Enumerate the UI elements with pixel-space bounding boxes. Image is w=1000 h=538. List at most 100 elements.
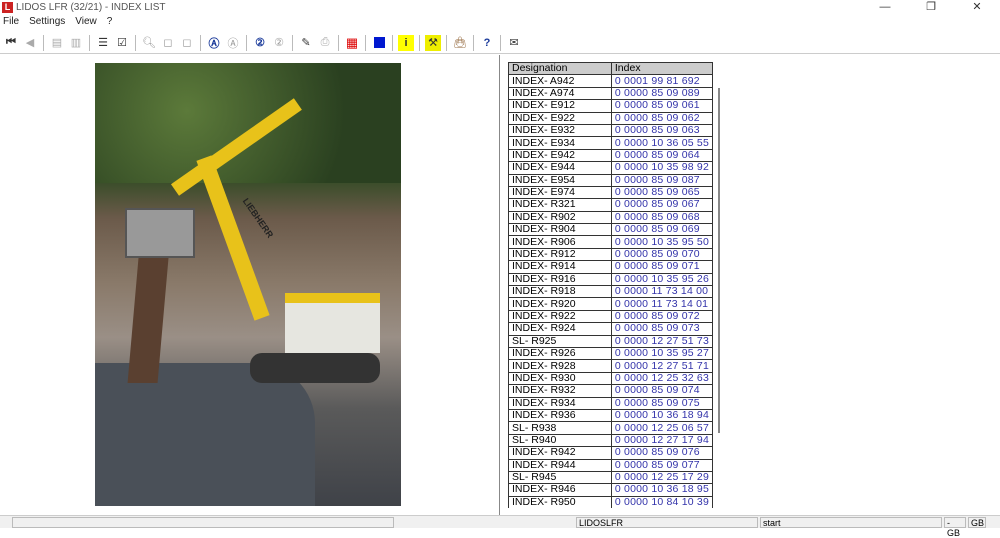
table-row[interactable]: INDEX- R950 0 0000 10 84 10 39 xyxy=(508,495,714,508)
table-row[interactable]: SL- R940 0 0000 12 27 17 94 xyxy=(508,433,714,448)
search-a-clear-icon[interactable]: Ⓐ xyxy=(225,35,241,51)
bag-icon[interactable]: 👜︎ xyxy=(452,35,468,51)
index-link[interactable]: 0 0000 12 27 51 71 xyxy=(610,359,714,373)
table-row[interactable]: INDEX- E912 0 0000 85 09 061 xyxy=(508,99,714,113)
index-link[interactable]: 0 0000 85 09 061 xyxy=(610,99,714,113)
index-link[interactable]: 0 0000 10 35 95 50 xyxy=(610,235,714,249)
table-row[interactable]: INDEX- R942 0 0000 85 09 076 xyxy=(508,446,714,460)
index-link[interactable]: 0 0000 11 73 14 00 xyxy=(610,285,714,299)
index-link[interactable]: 0 0000 10 36 18 95 xyxy=(610,483,714,497)
index-link[interactable]: 0 0000 12 25 32 63 xyxy=(610,371,714,386)
index-link[interactable]: 0 0000 10 36 18 94 xyxy=(610,408,714,423)
table-row[interactable]: INDEX- A942 0 0001 99 81 692 xyxy=(508,74,714,88)
search-2-icon[interactable]: ② xyxy=(252,35,268,51)
search-2-clear-icon[interactable]: ② xyxy=(271,35,287,51)
index-link[interactable]: 0 0000 85 09 087 xyxy=(610,173,714,187)
index-link[interactable]: 0 0000 12 25 06 57 xyxy=(610,421,714,435)
index-link[interactable]: 0 0000 10 35 95 27 xyxy=(610,346,714,361)
column-header-index[interactable]: Index xyxy=(610,62,714,76)
index-link[interactable]: 0 0001 99 81 692 xyxy=(610,74,714,88)
table-row[interactable]: INDEX- R924 0 0000 85 09 073 xyxy=(508,322,714,336)
table-row[interactable]: INDEX- R904 0 0000 85 09 069 xyxy=(508,223,714,237)
table-row[interactable]: INDEX- R918 0 0000 11 73 14 00 xyxy=(508,285,714,299)
minimize-button[interactable]: — xyxy=(862,0,908,15)
print-icon[interactable]: ⎙ xyxy=(317,35,333,51)
column-header-designation[interactable]: Designation xyxy=(508,62,612,76)
page-fit-icon[interactable]: ◻ xyxy=(179,35,195,51)
table-row[interactable]: INDEX- R916 0 0000 10 35 95 26 xyxy=(508,272,714,287)
table-row[interactable]: INDEX- E942 0 0000 85 09 064 xyxy=(508,148,714,163)
table-row[interactable]: INDEX- R946 0 0000 10 36 18 95 xyxy=(508,483,714,497)
table-row[interactable]: INDEX- E974 0 0000 85 09 065 xyxy=(508,185,714,200)
table-row[interactable]: INDEX- R930 0 0000 12 25 32 63 xyxy=(508,371,714,386)
table-row[interactable]: INDEX- R922 0 0000 85 09 072 xyxy=(508,309,714,324)
index-link[interactable]: 0 0000 12 27 51 73 xyxy=(610,334,714,349)
menu-file[interactable]: File xyxy=(3,16,19,30)
index-link[interactable]: 0 0000 85 09 067 xyxy=(610,198,714,212)
index-link[interactable]: 0 0000 85 09 076 xyxy=(610,446,714,460)
next-page-icon[interactable]: ▥ xyxy=(68,35,84,51)
info-icon[interactable]: i xyxy=(398,34,414,51)
index-link[interactable]: 0 0000 12 27 17 94 xyxy=(610,433,714,448)
table-row[interactable]: INDEX- R934 0 0000 85 09 075 xyxy=(508,396,714,410)
previous-record-icon[interactable]: ◀ xyxy=(22,35,38,51)
index-link[interactable]: 0 0000 85 09 069 xyxy=(610,223,714,237)
grid-icon[interactable]: ▦ xyxy=(344,35,360,51)
index-link[interactable]: 0 0000 85 09 065 xyxy=(610,185,714,200)
index-link[interactable]: 0 0000 85 09 063 xyxy=(610,123,714,138)
table-row[interactable]: INDEX- R920 0 0000 11 73 14 01 xyxy=(508,297,714,311)
table-row[interactable]: INDEX- R926 0 0000 10 35 95 27 xyxy=(508,346,714,361)
table-row[interactable]: INDEX- E922 0 0000 85 09 062 xyxy=(508,111,714,125)
table-row[interactable]: INDEX- E934 0 0000 10 36 05 55 xyxy=(508,136,714,150)
index-link[interactable]: 0 0000 85 09 068 xyxy=(610,210,714,225)
index-link[interactable]: 0 0000 10 84 10 39 xyxy=(610,495,714,508)
first-record-icon[interactable]: ⏮ xyxy=(3,35,19,51)
lidos-help-icon[interactable]: ? xyxy=(479,35,495,51)
index-link[interactable]: 0 0000 85 09 064 xyxy=(610,148,714,163)
index-link[interactable]: 0 0000 10 35 95 26 xyxy=(610,272,714,287)
index-link[interactable]: 0 0000 85 09 089 xyxy=(610,86,714,101)
checklist-icon[interactable]: ☑ xyxy=(114,35,130,51)
table-row[interactable]: INDEX- R906 0 0000 10 35 95 50 xyxy=(508,235,714,249)
search-a-icon[interactable]: Ⓐ xyxy=(206,35,222,51)
prev-page-icon[interactable]: ▤ xyxy=(49,35,65,51)
table-row[interactable]: INDEX- R928 0 0000 12 27 51 71 xyxy=(508,359,714,373)
index-link[interactable]: 0 0000 85 09 074 xyxy=(610,384,714,398)
table-row[interactable]: SL- R938 0 0000 12 25 06 57 xyxy=(508,421,714,435)
table-row[interactable]: INDEX- E932 0 0000 85 09 063 xyxy=(508,123,714,138)
index-link[interactable]: 0 0000 85 09 077 xyxy=(610,458,714,472)
print-list-icon[interactable]: ☰ xyxy=(95,35,111,51)
table-row[interactable]: INDEX- R944 0 0000 85 09 077 xyxy=(508,458,714,472)
close-button[interactable]: ✕ xyxy=(954,0,1000,15)
edit-icon[interactable]: ✎ xyxy=(298,35,314,51)
index-link[interactable]: 0 0000 85 09 071 xyxy=(610,260,714,274)
table-row[interactable]: INDEX- A974 0 0000 85 09 089 xyxy=(508,86,714,101)
zoom-in-icon[interactable]: 🔍︎ xyxy=(141,35,157,51)
index-link[interactable]: 0 0000 10 36 05 55 xyxy=(610,136,714,150)
index-link[interactable]: 0 0000 85 09 072 xyxy=(610,309,714,324)
menu-help[interactable]: ? xyxy=(107,16,113,30)
table-row[interactable]: INDEX- E954 0 0000 85 09 087 xyxy=(508,173,714,187)
menu-settings[interactable]: Settings xyxy=(29,16,65,30)
table-row[interactable]: INDEX- R914 0 0000 85 09 071 xyxy=(508,260,714,274)
table-row[interactable]: INDEX- R912 0 0000 85 09 070 xyxy=(508,247,714,262)
mail-icon[interactable]: ✉ xyxy=(506,35,522,51)
tools-icon[interactable]: ⚒ xyxy=(425,34,441,51)
table-row[interactable]: INDEX- R932 0 0000 85 09 074 xyxy=(508,384,714,398)
table-row[interactable]: SL- R925 0 0000 12 27 51 73 xyxy=(508,334,714,349)
index-link[interactable]: 0 0000 10 35 98 92 xyxy=(610,161,714,175)
page-view-icon[interactable]: ◻ xyxy=(160,35,176,51)
maximize-button[interactable]: ❐ xyxy=(908,0,954,15)
table-row[interactable]: INDEX- R321 0 0000 85 09 067 xyxy=(508,198,714,212)
scrollbar[interactable] xyxy=(718,88,720,433)
index-link[interactable]: 0 0000 11 73 14 01 xyxy=(610,297,714,311)
index-link[interactable]: 0 0000 85 09 075 xyxy=(610,396,714,410)
index-link[interactable]: 0 0000 12 25 17 29 xyxy=(610,470,714,485)
table-row[interactable]: INDEX- R936 0 0000 10 36 18 94 xyxy=(508,408,714,423)
menu-view[interactable]: View xyxy=(75,16,97,30)
table-row[interactable]: INDEX- E944 0 0000 10 35 98 92 xyxy=(508,161,714,175)
index-link[interactable]: 0 0000 85 09 062 xyxy=(610,111,714,125)
table-row[interactable]: SL- R945 0 0000 12 25 17 29 xyxy=(508,470,714,485)
blue-square-icon[interactable] xyxy=(371,35,387,51)
index-link[interactable]: 0 0000 85 09 073 xyxy=(610,322,714,336)
